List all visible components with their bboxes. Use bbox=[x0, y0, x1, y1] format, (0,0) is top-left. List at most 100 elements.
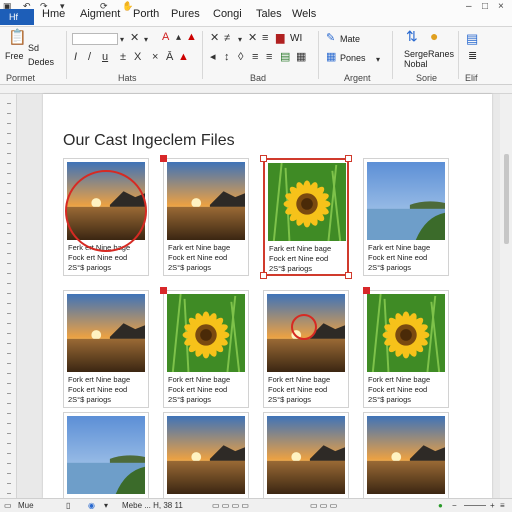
caption-line2: Fock ert Nine eod bbox=[68, 253, 128, 262]
sunset-road-image[interactable] bbox=[267, 416, 345, 494]
italic-alt-icon[interactable]: / bbox=[88, 52, 91, 63]
image-card[interactable]: Fork ert Nine bageFock ert Nine eod bbox=[363, 412, 449, 512]
clear-format-icon[interactable]: ✕ bbox=[130, 33, 139, 44]
status-bar: ▭ Mue ▯ ◉ ▾ Mebe ... H, 38 11 ▭ ▭ ▭ ▭ ▭ … bbox=[0, 498, 512, 512]
sunset-road-image[interactable] bbox=[67, 294, 145, 372]
image-card[interactable]: Fork ert Nine bage Fock ert Nine eod 2S°$ … bbox=[263, 290, 349, 408]
zoom-in-icon[interactable]: + bbox=[490, 501, 495, 510]
zoom-slider[interactable] bbox=[464, 505, 486, 506]
chevron-down-icon[interactable]: ▾ bbox=[376, 54, 380, 65]
sort-icon[interactable]: ▆ bbox=[276, 33, 284, 44]
nobal-button[interactable]: Nobal bbox=[404, 59, 428, 69]
indent-icon[interactable]: ✕ bbox=[248, 33, 257, 44]
tab-wels[interactable]: Wels bbox=[292, 8, 316, 20]
image-card[interactable]: Fork ert Nine bageFock ert Nine eod bbox=[163, 412, 249, 512]
outdent-icon[interactable]: ≡ bbox=[262, 33, 268, 44]
highlight-icon[interactable]: ▴ bbox=[176, 32, 181, 43]
sunset-road-image[interactable] bbox=[167, 162, 245, 240]
line-spacing-icon[interactable]: ≡ bbox=[266, 52, 272, 63]
bullets-icon[interactable]: ✕ bbox=[210, 33, 219, 44]
view-icons[interactable]: ▭ ▭ ▭ bbox=[310, 501, 337, 510]
dedes-button[interactable]: Dedes bbox=[28, 57, 54, 67]
ranes-button[interactable]: Ranes bbox=[428, 49, 454, 59]
menu-icon[interactable]: ≡ bbox=[500, 501, 505, 510]
chevron-down-icon[interactable]: ▾ bbox=[104, 501, 108, 510]
justify-icon[interactable]: ≡ bbox=[252, 52, 258, 63]
image-card[interactable]: Fork ert Nine bage Fock ert Nine eod 2S°$ … bbox=[63, 290, 149, 408]
tab-home[interactable]: Hme bbox=[42, 8, 65, 20]
align-right-icon[interactable]: ◊ bbox=[238, 52, 243, 63]
replace-icon[interactable]: ≣ bbox=[468, 51, 477, 62]
tab-tales[interactable]: Tales bbox=[256, 8, 282, 20]
chevron-down-icon[interactable]: ▾ bbox=[120, 34, 124, 45]
wi-button[interactable]: WI bbox=[290, 33, 302, 44]
strikethrough-icon[interactable]: ± bbox=[120, 52, 126, 63]
find-icon[interactable]: ▤ bbox=[466, 32, 478, 45]
touch-mode-icon[interactable]: ✋ bbox=[122, 1, 133, 12]
font-color-icon[interactable]: A bbox=[162, 32, 169, 43]
align-left-icon[interactable]: ◂ bbox=[210, 52, 216, 63]
image-card[interactable]: Fork ert Nine bageFock ert Nine eod bbox=[263, 412, 349, 512]
image-card[interactable]: Fork ert Nase bageFock ert Nine eod bbox=[63, 412, 149, 512]
image-card[interactable]: Fork ert Nine bage Fock ert Nine eod 2S°$ … bbox=[163, 290, 249, 408]
sunflower-image[interactable] bbox=[167, 294, 245, 372]
italic-icon[interactable]: I bbox=[74, 52, 77, 63]
underline-icon[interactable]: u bbox=[102, 52, 108, 63]
resize-handle[interactable] bbox=[345, 155, 352, 162]
serge-button[interactable]: Serge bbox=[404, 49, 428, 59]
horizontal-ruler[interactable] bbox=[0, 85, 512, 94]
shading-icon[interactable]: ▤ bbox=[280, 52, 290, 63]
vertical-scrollbar[interactable] bbox=[500, 94, 512, 498]
align-center-icon[interactable]: ↕ bbox=[224, 52, 230, 63]
shore-image[interactable] bbox=[367, 162, 445, 240]
resize-handle[interactable] bbox=[345, 272, 352, 279]
resize-handle[interactable] bbox=[260, 155, 267, 162]
image-card[interactable]: Fark ert Nine bage Fock ert Nine eod 2S°$ … bbox=[163, 158, 249, 276]
focus-mode-icon[interactable]: ● bbox=[438, 501, 443, 510]
status-left-text[interactable]: Mue bbox=[18, 501, 34, 510]
sunset-road-image[interactable] bbox=[367, 416, 445, 494]
maximize-icon[interactable]: □ bbox=[482, 1, 488, 12]
tab-file[interactable]: Hf bbox=[0, 9, 34, 25]
sort-icon[interactable]: ⇅ bbox=[406, 29, 418, 43]
minimize-icon[interactable]: – bbox=[466, 1, 472, 12]
zoom-out-icon[interactable]: − bbox=[452, 501, 457, 510]
page-title[interactable]: Our Cast Ingeclem Files bbox=[63, 132, 235, 150]
font-name-combo[interactable] bbox=[72, 33, 118, 45]
shore-image[interactable] bbox=[67, 416, 145, 494]
sunflower-image[interactable] bbox=[367, 294, 445, 372]
accessibility-icon[interactable]: ◉ bbox=[88, 501, 95, 510]
styles-icon[interactable]: ✎ bbox=[326, 33, 335, 44]
numbering-icon[interactable]: ≠ bbox=[224, 33, 230, 44]
globe-icon[interactable]: ● bbox=[430, 29, 438, 43]
paste-icon[interactable]: 📋 bbox=[8, 30, 27, 45]
close-icon[interactable]: × bbox=[498, 1, 504, 12]
change-case-icon[interactable]: Ā bbox=[166, 52, 173, 63]
tab-porth[interactable]: Porth bbox=[133, 8, 159, 20]
paragraph-group-label: Bad bbox=[250, 73, 267, 83]
superscript-icon[interactable]: × bbox=[152, 52, 158, 63]
text-effects-icon[interactable]: ▲ bbox=[186, 32, 197, 43]
subscript-icon[interactable]: X bbox=[134, 52, 141, 63]
tab-alignment[interactable]: Aigment bbox=[80, 8, 120, 20]
chevron-down-icon[interactable]: ▾ bbox=[238, 34, 242, 45]
resize-handle[interactable] bbox=[260, 272, 267, 279]
mate-button[interactable]: Mate bbox=[340, 34, 360, 44]
sunflower-image[interactable] bbox=[268, 163, 346, 241]
vertical-ruler[interactable] bbox=[0, 94, 17, 498]
image-card[interactable]: Fark ert Nine bage Fock ert Nine eod 2S°$ … bbox=[260, 155, 352, 279]
chevron-down-icon[interactable]: ▾ bbox=[144, 34, 148, 45]
paste-style-icon[interactable]: ▦ bbox=[326, 52, 336, 63]
image-card[interactable]: Fork ert Nine bage Fock ert Nine eod 2S°$ … bbox=[363, 290, 449, 408]
free-button[interactable]: Free bbox=[5, 51, 24, 61]
tab-pures[interactable]: Pures bbox=[171, 8, 200, 20]
sd-button[interactable]: Sd bbox=[28, 43, 39, 53]
text-highlight-color-icon[interactable]: ▲ bbox=[178, 52, 189, 63]
tab-congi[interactable]: Congi bbox=[213, 8, 242, 20]
image-card[interactable]: Fark ert Nine bage Fock ert Nine eod 2S°$ … bbox=[363, 158, 449, 276]
pones-button[interactable]: Pones bbox=[340, 53, 366, 63]
borders-icon[interactable]: ▦ bbox=[296, 52, 306, 63]
document-page[interactable]: Our Cast Ingeclem Files Ferk ert Nine ba… bbox=[43, 94, 492, 512]
sunset-road-image[interactable] bbox=[167, 416, 245, 494]
scrollbar-thumb[interactable] bbox=[504, 154, 509, 244]
